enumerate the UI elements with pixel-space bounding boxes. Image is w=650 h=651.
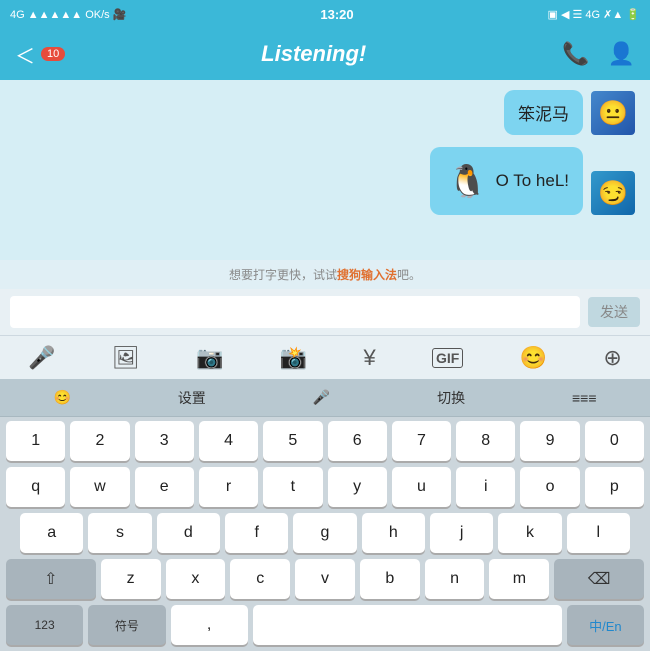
send-button[interactable]: 发送 <box>588 297 640 327</box>
message-row: 😐 笨泥马 <box>15 90 635 135</box>
key-symbol[interactable]: 符号 <box>88 605 165 645</box>
kb-settings-btn[interactable]: 设置 <box>178 388 206 408</box>
key-d[interactable]: d <box>157 513 220 553</box>
keyboard-section: 😊 设置 🎤 切换 ≡≡≡ 1 2 3 4 5 6 7 8 9 0 q w e … <box>0 379 650 651</box>
key-3[interactable]: 3 <box>135 421 194 461</box>
mic-icon[interactable]: 🎤 <box>28 345 55 371</box>
call-icon[interactable]: 📞 <box>562 41 589 67</box>
qwerty-row: q w e r t y u i o p <box>0 463 650 509</box>
message-bubble: 笨泥马 <box>504 90 583 135</box>
key-u[interactable]: u <box>392 467 451 507</box>
header-title: Listening! <box>261 41 366 67</box>
kb-emoji-btn[interactable]: 😊 <box>53 389 70 406</box>
signal-text: 4G ▲▲▲▲▲ OK/s 🎥 <box>10 8 126 21</box>
key-m[interactable]: m <box>489 559 549 599</box>
key-7[interactable]: 7 <box>392 421 451 461</box>
hint-bar: 想要打字更快，试试搜狗输入法吧。 <box>0 260 650 289</box>
key-s[interactable]: s <box>88 513 151 553</box>
key-a[interactable]: a <box>20 513 83 553</box>
battery-icons: ▣ ◀ ☰ 4G ✗▲ 🔋 <box>548 8 640 21</box>
key-comma[interactable]: , <box>171 605 248 645</box>
number-row: 1 2 3 4 5 6 7 8 9 0 <box>0 417 650 463</box>
back-button[interactable]: ＜ <box>15 40 35 69</box>
key-i[interactable]: i <box>456 467 515 507</box>
zxcv-row: ⇧ z x c v b n m ⌫ <box>0 555 650 601</box>
emoji-icon[interactable]: 😊 <box>520 345 547 371</box>
camera-icon[interactable]: 📸 <box>280 345 307 371</box>
key-8[interactable]: 8 <box>456 421 515 461</box>
kb-menu-btn[interactable]: ≡≡≡ <box>572 390 597 406</box>
bottom-row: 123 符号 , 中/En <box>0 601 650 651</box>
video-icon[interactable]: 📷 <box>196 345 223 371</box>
key-6[interactable]: 6 <box>328 421 387 461</box>
key-z[interactable]: z <box>101 559 161 599</box>
key-g[interactable]: g <box>293 513 356 553</box>
sticker-content: 🐧 O To heL! <box>444 157 569 205</box>
profile-icon[interactable]: 👤 <box>608 41 635 67</box>
gif-icon[interactable]: GIF <box>432 348 463 368</box>
hint-suffix: 吧。 <box>397 268 421 282</box>
key-t[interactable]: t <box>263 467 322 507</box>
key-e[interactable]: e <box>135 467 194 507</box>
toolbar: 🎤 🖼 📷 📸 ¥ GIF 😊 ⊕ <box>0 335 650 379</box>
key-space[interactable] <box>253 605 562 645</box>
status-right: ▣ ◀ ☰ 4G ✗▲ 🔋 <box>548 8 640 21</box>
badge-count: 10 <box>41 47 65 61</box>
money-icon[interactable]: ¥ <box>363 345 375 371</box>
key-lang[interactable]: 中/En <box>567 605 644 645</box>
key-r[interactable]: r <box>199 467 258 507</box>
avatar: 😐 <box>591 91 635 135</box>
hint-highlight[interactable]: 搜狗输入法 <box>337 268 397 282</box>
key-0[interactable]: 0 <box>585 421 644 461</box>
key-j[interactable]: j <box>430 513 493 553</box>
plus-icon[interactable]: ⊕ <box>603 345 621 371</box>
message-input[interactable] <box>10 296 580 328</box>
status-time: 13:20 <box>320 7 353 22</box>
key-5[interactable]: 5 <box>263 421 322 461</box>
sticker-icon: 🐧 <box>444 157 492 205</box>
image-icon[interactable]: 🖼 <box>112 345 140 371</box>
key-p[interactable]: p <box>585 467 644 507</box>
chat-area: 😐 笨泥马 😏 🐧 O To heL! <box>0 80 650 260</box>
status-left: 4G ▲▲▲▲▲ OK/s 🎥 <box>10 8 126 21</box>
key-w[interactable]: w <box>70 467 129 507</box>
key-y[interactable]: y <box>328 467 387 507</box>
key-f[interactable]: f <box>225 513 288 553</box>
message-row: 😏 🐧 O To heL! <box>15 147 635 215</box>
key-123[interactable]: 123 <box>6 605 83 645</box>
status-bar: 4G ▲▲▲▲▲ OK/s 🎥 13:20 ▣ ◀ ☰ 4G ✗▲ 🔋 <box>0 0 650 28</box>
key-b[interactable]: b <box>360 559 420 599</box>
keyboard-topbar: 😊 设置 🎤 切换 ≡≡≡ <box>0 379 650 417</box>
message-text: 笨泥马 <box>518 105 569 124</box>
kb-mic-btn[interactable]: 🎤 <box>313 389 330 406</box>
key-2[interactable]: 2 <box>70 421 129 461</box>
key-c[interactable]: c <box>230 559 290 599</box>
key-h[interactable]: h <box>362 513 425 553</box>
key-l[interactable]: l <box>567 513 630 553</box>
key-n[interactable]: n <box>425 559 485 599</box>
key-9[interactable]: 9 <box>520 421 579 461</box>
header-right: 📞 👤 <box>562 41 635 67</box>
key-k[interactable]: k <box>498 513 561 553</box>
asdf-row: a s d f g h j k l <box>0 509 650 555</box>
kb-switch-btn[interactable]: 切换 <box>437 388 465 408</box>
shift-key[interactable]: ⇧ <box>6 559 96 599</box>
header: ＜ 10 Listening! 📞 👤 <box>0 28 650 80</box>
header-left: ＜ 10 <box>15 40 65 69</box>
message-bubble: 🐧 O To heL! <box>430 147 583 215</box>
backspace-key[interactable]: ⌫ <box>554 559 644 599</box>
key-x[interactable]: x <box>166 559 226 599</box>
input-bar: 发送 <box>0 289 650 335</box>
key-1[interactable]: 1 <box>6 421 65 461</box>
key-o[interactable]: o <box>520 467 579 507</box>
key-q[interactable]: q <box>6 467 65 507</box>
message-text: O To heL! <box>496 171 569 191</box>
avatar: 😏 <box>591 171 635 215</box>
key-4[interactable]: 4 <box>199 421 258 461</box>
hint-prefix: 想要打字更快，试试 <box>229 268 337 282</box>
key-v[interactable]: v <box>295 559 355 599</box>
